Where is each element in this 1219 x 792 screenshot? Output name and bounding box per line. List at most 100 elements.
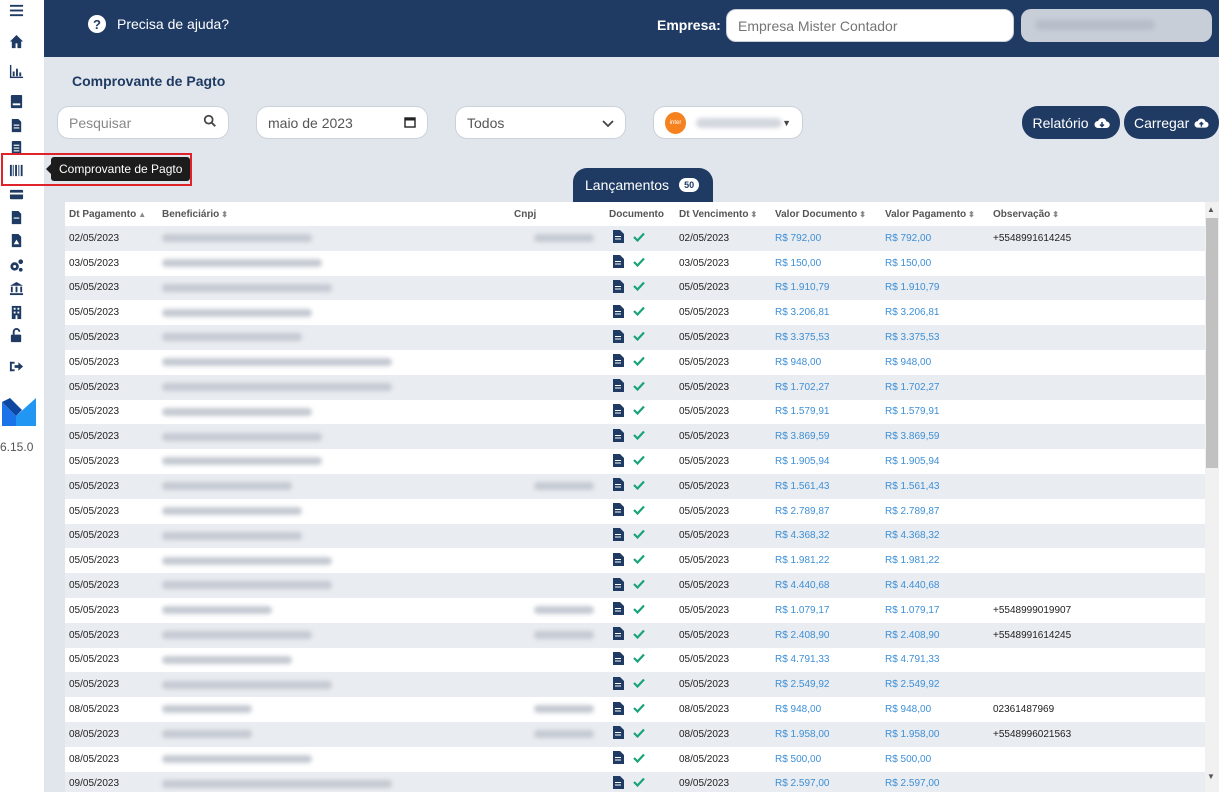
table-row[interactable]: 08/05/2023 08/05/2023 R$ 948,00 R$ 948,00 02…	[65, 697, 1205, 722]
document-cell[interactable]	[605, 648, 675, 673]
empresa-input[interactable]	[726, 9, 1014, 42]
scroll-down-arrow[interactable]: ▼	[1207, 772, 1215, 781]
file-icon[interactable]	[613, 379, 624, 393]
file-icon[interactable]	[613, 602, 624, 616]
column-header[interactable]: Dt Vencimento ⬍	[675, 202, 771, 226]
document-cell[interactable]	[605, 474, 675, 499]
status-select[interactable]: Todos	[455, 106, 626, 139]
file-icon[interactable]	[613, 428, 624, 442]
file-icon[interactable]	[613, 726, 624, 740]
table-row[interactable]: 05/05/2023 05/05/2023 R$ 1.079,17 R$ 1.079,…	[65, 597, 1205, 623]
column-header[interactable]: Beneficiário ⬍	[158, 202, 510, 226]
user-menu[interactable]	[1021, 9, 1212, 42]
table-row[interactable]: 05/05/2023 05/05/2023 R$ 2.789,87 R$ 2.789,…	[65, 498, 1205, 524]
file-icon[interactable]	[613, 329, 624, 343]
table-row[interactable]: 05/05/2023 05/05/2023 R$ 3.206,81 R$ 3.206,…	[65, 300, 1205, 326]
document-cell[interactable]	[605, 375, 675, 400]
document-cell[interactable]	[605, 672, 675, 697]
book-icon[interactable]	[8, 93, 24, 109]
table-row[interactable]: 05/05/2023 05/05/2023 R$ 4.791,33 R$ 4.791,…	[65, 647, 1205, 673]
file-icon[interactable]	[613, 279, 624, 293]
table-row[interactable]: 05/05/2023 05/05/2023 R$ 2.549,92 R$ 2.549,…	[65, 672, 1205, 698]
file-icon[interactable]	[613, 577, 624, 591]
document-cell[interactable]	[605, 524, 675, 549]
document-cell[interactable]	[605, 772, 675, 792]
document-cell[interactable]	[605, 251, 675, 276]
document-cell[interactable]	[605, 424, 675, 449]
document-cell[interactable]	[605, 623, 675, 648]
file-icon[interactable]	[613, 403, 624, 417]
bank-icon[interactable]	[8, 280, 24, 296]
home-icon[interactable]	[8, 33, 24, 49]
search-input[interactable]: Pesquisar	[57, 106, 229, 139]
column-header[interactable]: Dt Pagamento ▲	[65, 202, 158, 226]
file-icon[interactable]	[8, 209, 24, 225]
document-cell[interactable]	[605, 350, 675, 375]
logout-icon[interactable]	[8, 358, 24, 374]
table-row[interactable]: 02/05/2023 02/05/2023 R$ 792,00 R$ 792,00 +5…	[65, 226, 1205, 251]
file-icon[interactable]	[613, 230, 624, 244]
file-icon[interactable]	[613, 676, 624, 690]
column-header[interactable]: Observação ⬍	[989, 202, 1205, 226]
help-link[interactable]: ? Precisa de ajuda?	[88, 15, 229, 33]
table-row[interactable]: 05/05/2023 05/05/2023 R$ 3.375,53 R$ 3.375,…	[65, 325, 1205, 350]
document-cell[interactable]	[605, 697, 675, 722]
table-row[interactable]: 05/05/2023 05/05/2023 R$ 1.561,43 R$ 1.561,…	[65, 473, 1205, 499]
table-row[interactable]: 05/05/2023 05/05/2023 R$ 1.579,91 R$ 1.579,…	[65, 399, 1205, 425]
unlock-icon[interactable]	[8, 327, 24, 343]
column-header[interactable]: Documento	[605, 202, 675, 226]
table-row[interactable]: 05/05/2023 05/05/2023 R$ 3.869,59 R$ 3.869,…	[65, 424, 1205, 450]
file-icon[interactable]	[613, 503, 624, 517]
table-row[interactable]: 08/05/2023 08/05/2023 R$ 500,00 R$ 500,00	[65, 746, 1205, 772]
document-cell[interactable]	[605, 548, 675, 573]
document-cell[interactable]	[605, 226, 675, 251]
file-icon[interactable]	[613, 751, 624, 765]
file-icon[interactable]	[613, 701, 624, 715]
scrollbar-thumb[interactable]	[1206, 218, 1218, 468]
document-cell[interactable]	[605, 747, 675, 772]
file-icon[interactable]	[613, 453, 624, 467]
document-cell[interactable]	[605, 449, 675, 474]
table-row[interactable]: 05/05/2023 05/05/2023 R$ 1.702,27 R$ 1.702,…	[65, 374, 1205, 400]
menu-icon[interactable]	[8, 2, 24, 18]
column-header[interactable]: Cnpj	[510, 202, 605, 226]
document-cell[interactable]	[605, 598, 675, 623]
chart-icon[interactable]	[8, 63, 24, 79]
document-cell[interactable]	[605, 276, 675, 301]
file-icon[interactable]	[613, 527, 624, 541]
file-icon[interactable]	[613, 255, 624, 269]
file-icon[interactable]	[613, 552, 624, 566]
building-icon[interactable]	[8, 304, 24, 320]
tab-lancamentos[interactable]: Lançamentos 50	[573, 168, 713, 202]
table-row[interactable]: 03/05/2023 03/05/2023 R$ 150,00 R$ 150,00	[65, 250, 1205, 276]
document-cell[interactable]	[605, 400, 675, 425]
file-icon[interactable]	[613, 478, 624, 492]
report-button[interactable]: Relatório	[1022, 106, 1120, 139]
file-icon[interactable]	[613, 627, 624, 641]
document-cell[interactable]	[605, 722, 675, 747]
table-row[interactable]: 08/05/2023 08/05/2023 R$ 1.958,00 R$ 1.958,…	[65, 721, 1205, 747]
file-icon[interactable]	[613, 354, 624, 368]
file-icon[interactable]	[613, 651, 624, 665]
card-icon[interactable]	[8, 186, 24, 202]
table-row[interactable]: 05/05/2023 05/05/2023 R$ 4.368,32 R$ 4.368,…	[65, 523, 1205, 549]
document-icon[interactable]	[8, 117, 24, 133]
month-picker[interactable]: maio de 2023	[256, 106, 428, 139]
table-row[interactable]: 05/05/2023 05/05/2023 R$ 1.981,22 R$ 1.981,…	[65, 548, 1205, 574]
file-icon[interactable]	[613, 304, 624, 318]
gears-icon[interactable]	[8, 257, 24, 273]
load-button[interactable]: Carregar	[1124, 106, 1219, 139]
column-header[interactable]: Valor Pagamento ⬍	[881, 202, 989, 226]
bank-select[interactable]: inter ▼	[653, 106, 803, 139]
table-row[interactable]: 09/05/2023 09/05/2023 R$ 2.597,00 R$ 2.597,…	[65, 771, 1205, 792]
file-icon[interactable]	[613, 775, 624, 789]
document-cell[interactable]	[605, 573, 675, 598]
table-row[interactable]: 05/05/2023 05/05/2023 R$ 1.910,79 R$ 1.910,…	[65, 275, 1205, 301]
table-row[interactable]: 05/05/2023 05/05/2023 R$ 2.408,90 R$ 2.408,…	[65, 622, 1205, 648]
table-row[interactable]: 05/05/2023 05/05/2023 R$ 4.440,68 R$ 4.440,…	[65, 573, 1205, 598]
table-row[interactable]: 05/05/2023 05/05/2023 R$ 1.905,94 R$ 1.905,…	[65, 449, 1205, 474]
document-cell[interactable]	[605, 300, 675, 325]
table-row[interactable]: 05/05/2023 05/05/2023 R$ 948,00 R$ 948,00	[65, 349, 1205, 375]
column-header[interactable]: Valor Documento ⬍	[771, 202, 881, 226]
document-cell[interactable]	[605, 499, 675, 524]
